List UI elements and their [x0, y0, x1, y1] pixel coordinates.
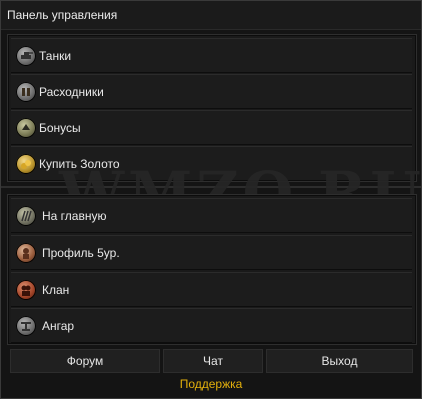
tank-icon — [16, 46, 36, 66]
panel-header: Панель управления — [1, 1, 421, 30]
menu-item-label: Расходники — [39, 85, 104, 99]
menu-item-tanks[interactable]: Танки — [11, 38, 412, 73]
menu-item-buy-gold[interactable]: Купить Золото — [11, 146, 412, 181]
top-menu: Танки Расходники Бонусы Купить Золото — [7, 34, 417, 182]
hangar-icon — [16, 316, 36, 336]
menu-item-clan[interactable]: Клан — [11, 272, 412, 307]
menu-item-label: Купить Золото — [39, 157, 120, 171]
panel-title: Панель управления — [7, 8, 118, 22]
menu-item-profile[interactable]: Профиль 5ур. — [11, 235, 412, 270]
support-link[interactable]: Поддержка — [1, 377, 421, 391]
forum-button[interactable]: Форум — [10, 349, 160, 373]
menu-item-label: На главную — [42, 209, 107, 223]
gold-icon — [16, 154, 36, 174]
control-panel: Панель управления Танки Расходники Бонус… — [0, 0, 422, 399]
menu-item-hangar[interactable]: Ангар — [11, 308, 412, 343]
menu-item-bonuses[interactable]: Бонусы — [11, 110, 412, 145]
consumables-icon — [16, 82, 36, 102]
home-icon — [16, 206, 36, 226]
bonus-icon — [16, 118, 36, 138]
clan-icon — [16, 280, 36, 300]
menu-item-label: Профиль 5ур. — [42, 246, 120, 260]
menu-item-home[interactable]: На главную — [11, 198, 412, 233]
profile-icon — [16, 243, 36, 263]
chat-button[interactable]: Чат — [163, 349, 263, 373]
bottom-menu: На главную Профиль 5ур. Клан Ангар — [7, 194, 417, 345]
exit-button[interactable]: Выход — [266, 349, 413, 373]
menu-item-label: Клан — [42, 283, 70, 297]
menu-item-label: Бонусы — [39, 121, 81, 135]
menu-item-label: Ангар — [42, 319, 75, 333]
menu-item-label: Танки — [39, 49, 72, 63]
menu-item-consumables[interactable]: Расходники — [11, 74, 412, 109]
section-divider — [1, 186, 421, 188]
